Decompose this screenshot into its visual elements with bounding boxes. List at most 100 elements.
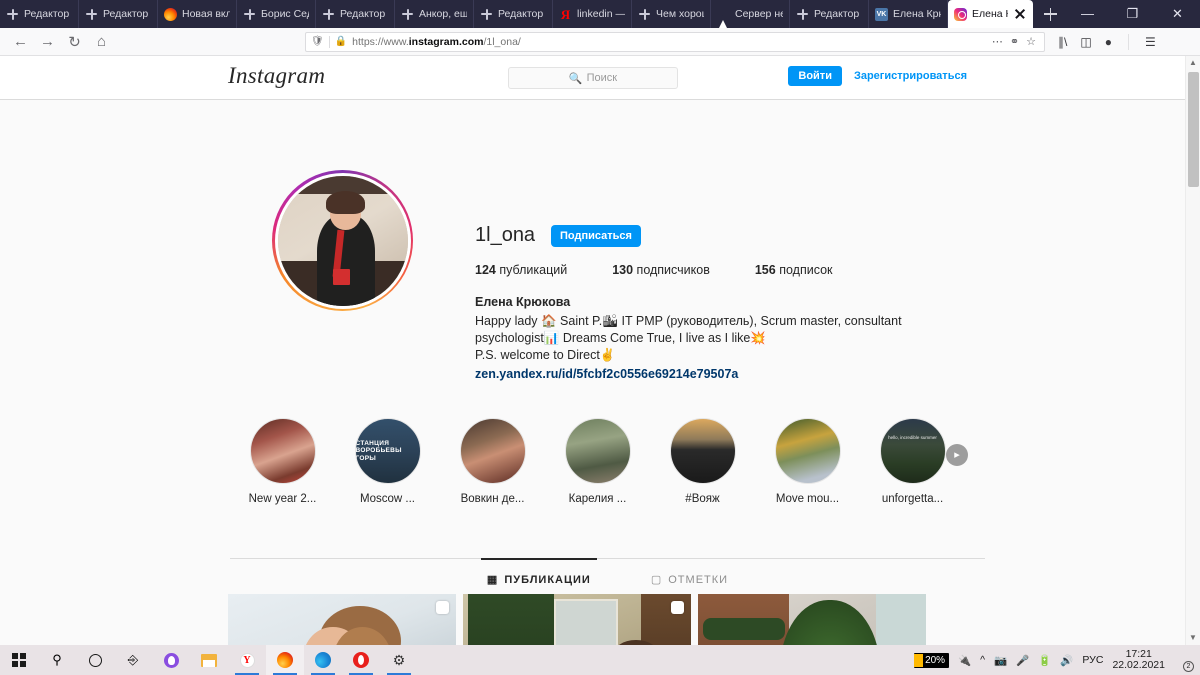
battery-percent-badge[interactable]: 20% [914,652,950,668]
story-highlights: New year 2... СТАНЦИЯ ВОРОБЬЕВЫ ГОРЫ Mos… [230,418,985,505]
close-icon[interactable] [1013,7,1027,21]
login-button[interactable]: Войти [788,66,842,86]
browser-tab[interactable]: Анкор, ещ [395,0,474,28]
app-yandex-browser[interactable]: Y [228,645,266,675]
app-settings[interactable]: ⚙ [380,645,418,675]
highlight-cover: hello, incredible summer [879,418,946,484]
action-center-icon[interactable]: 2 [1174,651,1194,672]
stat-followers[interactable]: 130 подписчиков [612,263,710,277]
pocket-icon[interactable]: ⚭ [1010,35,1019,48]
tab-posts[interactable]: ▦ ПУБЛИКАЦИИ [480,558,597,586]
navigation-toolbar: ← → ↻ ⌂ 🛡 🔒 https://www.instagram.com/1l… [0,28,1200,56]
maximize-button[interactable]: ❐ [1110,0,1155,28]
start-button[interactable] [0,645,38,675]
browser-tab[interactable]: Редактор | [79,0,158,28]
ellipsis-icon[interactable]: ⋯ [992,35,1003,48]
lock-icon[interactable]: 🔒 [335,36,347,47]
yandex-browser-icon: Y [239,652,255,668]
taskbar-apps: ⚲ ⎆ Y ⚙ [0,645,418,675]
highlight-cover-caption: СТАНЦИЯ ВОРОБЬЕВЫ ГОРЫ [355,439,402,462]
camera-icon[interactable]: 📷 [994,654,1007,667]
browser-tab[interactable]: Редактор | [316,0,395,28]
signup-link[interactable]: Зарегистрироваться [854,70,967,82]
highlight-item[interactable]: СТАНЦИЯ ВОРОБЬЕВЫ ГОРЫ Moscow ... [335,418,440,505]
app-opera[interactable] [342,645,380,675]
library-icon[interactable]: ∥\ [1058,35,1067,49]
search-input[interactable]: 🔍 Поиск [508,67,678,89]
browser-tab-active[interactable]: Елена К [948,0,1033,28]
browser-tab[interactable]: VK Елена Крю [869,0,948,28]
instagram-logo[interactable]: Instagram [228,63,325,89]
browser-tab[interactable]: Новая вкл [158,0,237,28]
forward-button[interactable]: → [34,30,61,54]
avatar[interactable] [272,170,413,311]
home-icon: ⌂ [96,33,107,50]
back-button[interactable]: ← [7,30,34,54]
post-thumbnail[interactable] [228,594,456,645]
auth-actions: Войти Зарегистрироваться [788,66,967,86]
stat-following[interactable]: 156 подписок [755,263,833,277]
language-indicator[interactable]: РУС [1082,654,1103,666]
tagged-person-icon: ▢ [650,574,663,586]
browser-tab[interactable]: Редактор | [474,0,553,28]
power-plug-icon[interactable]: 🔌 [958,654,971,667]
scroll-up-icon[interactable]: ▲ [1186,56,1200,70]
address-bar[interactable]: 🛡 🔒 https://www.instagram.com/1l_ona/ ⋯ … [305,31,1045,52]
follow-button[interactable]: Подписаться [551,225,641,247]
bio-link[interactable]: zen.yandex.ru/id/5fcbf2c0556e69214e79507… [475,366,738,383]
minimize-icon: — [1081,6,1094,21]
browser-tab[interactable]: Сервер не [711,0,790,28]
highlight-item[interactable]: Карелия ... [545,418,650,505]
highlight-item[interactable]: Вовкин де... [440,418,545,505]
plus-icon [638,8,651,21]
scrollbar-thumb[interactable] [1188,72,1199,187]
reload-button[interactable]: ↻ [61,30,88,54]
new-tab-button[interactable] [1033,0,1065,28]
battery-icon[interactable]: 🔋 [1038,654,1051,667]
highlight-item[interactable]: Move mou... [755,418,860,505]
post-thumbnail[interactable] [463,594,691,645]
microphone-icon[interactable]: 🎤 [1016,654,1029,667]
highlight-item[interactable]: #Вояж [650,418,755,505]
page-scrollbar[interactable]: ▲ ▼ [1185,56,1200,645]
url-protocol: https://www. [352,35,409,48]
plus-icon [796,8,809,21]
app-file-explorer[interactable] [190,645,228,675]
post-thumbnail[interactable] [698,594,926,645]
highlight-cover [459,418,526,484]
cortana-button[interactable] [76,645,114,675]
volume-icon[interactable]: 🔊 [1060,654,1073,667]
chevron-right-icon[interactable]: ▸ [946,444,968,466]
task-view-button[interactable]: ⎆ [114,645,152,675]
app-edge[interactable] [304,645,342,675]
highlight-cover [669,418,736,484]
show-hidden-icons-icon[interactable]: ^ [980,654,985,666]
stat-posts[interactable]: 124 публикаций [475,263,567,277]
minimize-button[interactable]: — [1065,0,1110,28]
task-view-icon: ⎆ [127,652,139,667]
browser-tab[interactable]: Борис Сед [237,0,316,28]
account-icon[interactable]: ● [1105,35,1112,49]
highlight-item[interactable]: New year 2... [230,418,335,505]
browser-tab[interactable]: Редактор | [0,0,79,28]
scroll-down-icon[interactable]: ▼ [1186,631,1200,645]
tab-tagged[interactable]: ▢ ОТМЕТКИ [650,573,728,587]
star-icon[interactable]: ☆ [1026,35,1036,48]
browser-tab[interactable]: Чем хорош [632,0,711,28]
app-alisa[interactable] [152,645,190,675]
browser-tab[interactable]: Яlinkedin — [553,0,632,28]
browser-tab[interactable]: Редактор | [790,0,869,28]
tab-label: Редактор | [814,8,862,20]
divider [328,35,330,48]
firefox-icon [277,652,293,668]
app-firefox[interactable] [266,645,304,675]
shield-icon[interactable]: 🛡 [311,36,324,47]
tab-label: Редактор | [340,8,388,20]
home-button[interactable]: ⌂ [88,30,115,54]
clock[interactable]: 17:21 22.02.2021 [1112,649,1165,671]
close-window-button[interactable]: ✕ [1155,0,1200,28]
plus-icon [243,8,256,21]
search-button[interactable]: ⚲ [38,645,76,675]
hamburger-menu-icon[interactable]: ☰ [1145,35,1156,49]
sidebar-icon[interactable]: ◫ [1080,35,1091,49]
